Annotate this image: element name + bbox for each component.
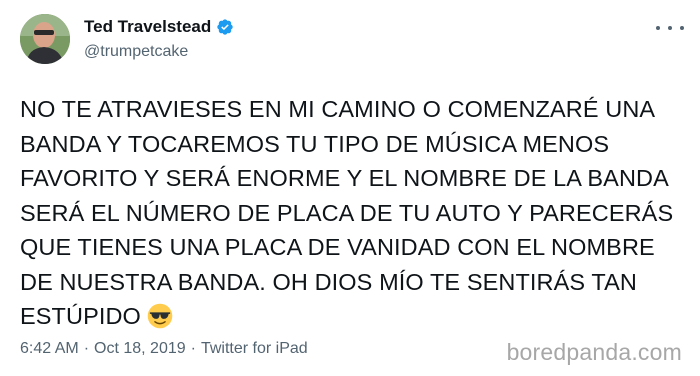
- meta-separator: ·: [83, 340, 90, 357]
- tweet-text-line: QUE TIENES UNA PLACA DE VANIDAD CON EL N…: [20, 234, 655, 260]
- author-name[interactable]: Ted Travelstead: [84, 17, 234, 37]
- verified-badge-icon: [217, 19, 233, 35]
- tweet-date[interactable]: Oct 18, 2019: [94, 340, 186, 357]
- tweet-text-line: NO TE ATRAVIESES EN MI CAMINO O COMENZAR…: [20, 96, 656, 122]
- tweet-card: Ted Travelstead @trumpetcake NO TE ATRAV…: [0, 0, 700, 376]
- tweet-source[interactable]: Twitter for iPad: [201, 340, 308, 357]
- author-handle[interactable]: @trumpetcake: [84, 43, 188, 61]
- tweet-text-line: SERÁ EL NÚMERO DE PLACA DE TU AUTO Y PAR…: [20, 199, 674, 226]
- meta-separator: ·: [190, 340, 196, 357]
- tweet-text-line: FAVORITO Y SERÁ ENORME Y EL NOMBRE DE LA…: [20, 165, 669, 191]
- boredpanda-watermark: boredpanda.com: [506, 339, 682, 365]
- more-horizontal-icon: [656, 26, 660, 30]
- tweet-text-line: DE NUESTRA BANDA. OH DIOS MÍO TE SENTIRÁ…: [20, 268, 637, 295]
- tweet-text: NO TE ATRAVIESES EN MI CAMINO O COMENZAR…: [20, 92, 674, 334]
- more-options-button[interactable]: [656, 18, 684, 38]
- avatar-photo: [20, 14, 70, 64]
- tweet-meta: 6:42 AM · Oct 18, 2019 · Twitter for iPad: [20, 340, 308, 358]
- sunglasses-emoji-icon: [147, 303, 173, 329]
- tweet-text-line: ESTÚPIDO: [20, 303, 141, 329]
- tweet-text-line: BANDA Y TOCAREMOS TU TIPO DE MÚSICA MENO…: [20, 130, 610, 157]
- author-name-text: Ted Travelstead: [84, 17, 212, 36]
- tweet-text-last-line: ESTÚPIDO: [20, 299, 660, 334]
- tweet-time[interactable]: 6:42 AM: [20, 340, 79, 357]
- avatar[interactable]: [20, 14, 70, 64]
